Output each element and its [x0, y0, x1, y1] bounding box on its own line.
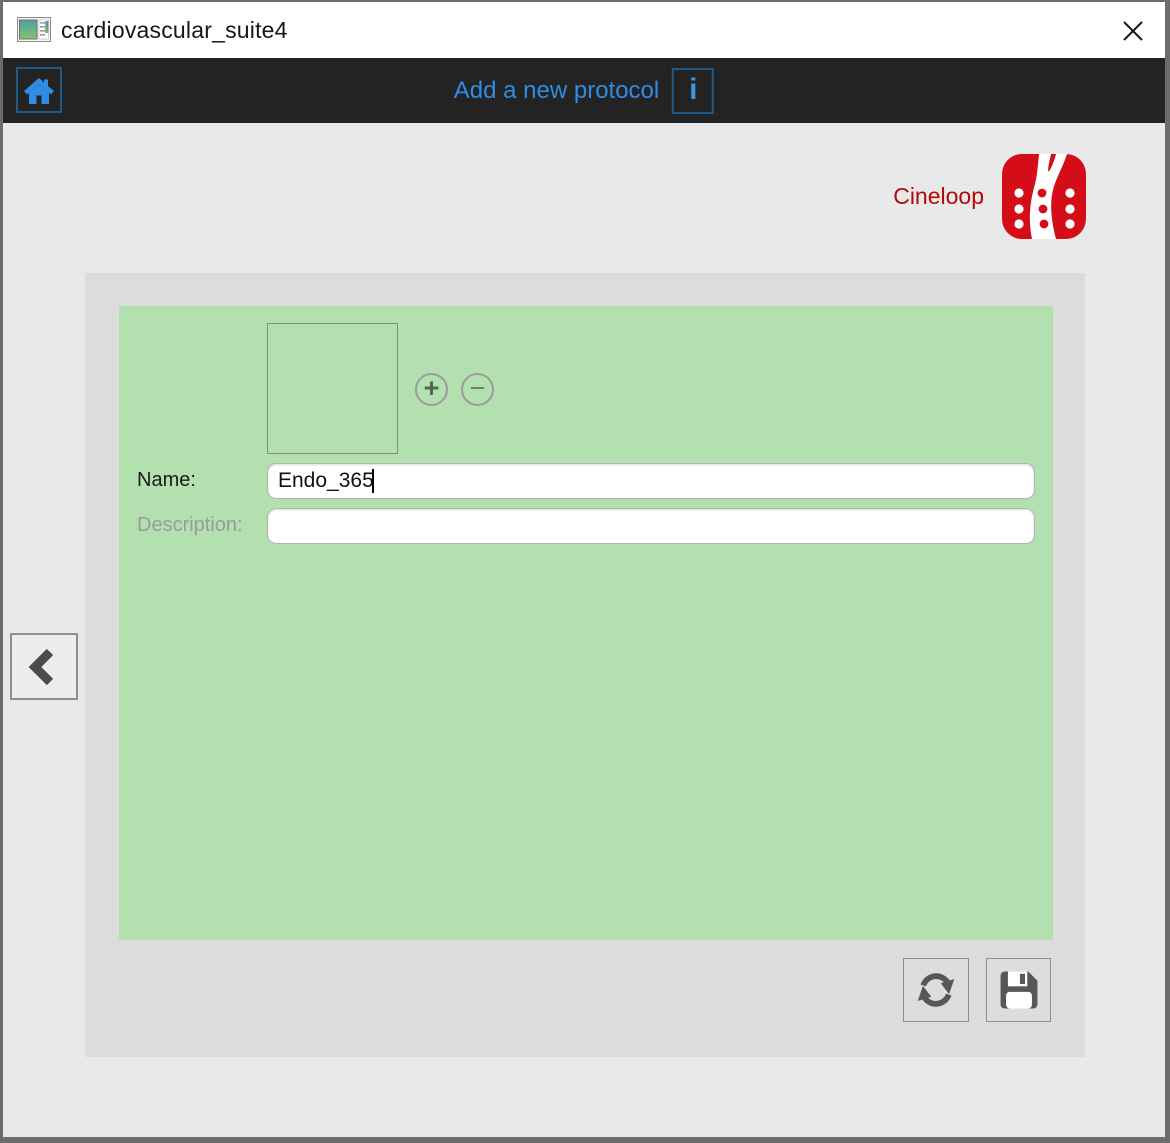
- refresh-button[interactable]: [903, 958, 969, 1022]
- titlebar: cardiovascular_suite4: [3, 2, 1165, 58]
- info-icon: i: [689, 75, 697, 105]
- main-area: Cineloop +: [3, 123, 1165, 1137]
- app-image-icon: [17, 17, 51, 44]
- description-field-wrap: [267, 508, 1035, 544]
- home-icon: [23, 75, 55, 105]
- close-button[interactable]: [1117, 15, 1149, 47]
- text-cursor: [372, 469, 374, 493]
- header-center: Add a new protocol i: [454, 58, 714, 123]
- floppy-disk-icon: [995, 966, 1043, 1014]
- page-title: Add a new protocol: [454, 77, 659, 105]
- content-panel: + − Name: Description:: [85, 273, 1085, 1057]
- protocol-form-panel: + − Name: Description:: [119, 306, 1053, 940]
- chevron-left-icon: [24, 647, 64, 687]
- cineloop-label: Cineloop: [893, 183, 984, 210]
- close-x-icon: [1120, 18, 1146, 44]
- minus-icon: −: [470, 375, 486, 402]
- remove-image-button[interactable]: −: [461, 373, 494, 406]
- info-button[interactable]: i: [672, 68, 714, 114]
- name-label: Name:: [137, 469, 196, 492]
- add-image-button[interactable]: +: [415, 373, 448, 406]
- back-button[interactable]: [10, 633, 78, 700]
- app-window: cardiovascular_suite4 Add a new protocol…: [0, 0, 1170, 1143]
- plus-icon: +: [424, 375, 440, 402]
- name-input[interactable]: [267, 463, 1035, 499]
- description-input[interactable]: [267, 508, 1035, 544]
- save-button[interactable]: [986, 958, 1051, 1022]
- home-button[interactable]: [16, 67, 62, 113]
- name-field-wrap: [267, 463, 1035, 499]
- vessel-cineloop-icon: [1002, 154, 1086, 239]
- refresh-sync-icon: [913, 967, 959, 1013]
- window-title: cardiovascular_suite4: [61, 17, 288, 44]
- header-bar: Add a new protocol i: [3, 58, 1165, 123]
- protocol-image-placeholder[interactable]: [267, 323, 398, 454]
- description-label: Description:: [137, 514, 243, 537]
- cineloop-branding: Cineloop: [893, 154, 1086, 239]
